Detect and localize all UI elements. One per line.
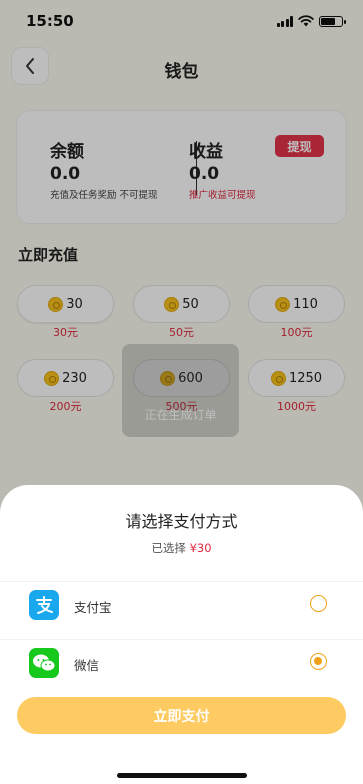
pay-now-button[interactable]: 立即支付 <box>17 697 346 734</box>
payment-sheet: 请选择支付方式 已选择 ¥30 支付宝 微信 立即支付 <box>0 485 363 784</box>
radio-button-selected[interactable] <box>310 653 327 670</box>
radio-button[interactable] <box>310 595 327 612</box>
selected-amount-row: 已选择 ¥30 <box>0 540 363 556</box>
payment-method-wechat[interactable]: 微信 <box>0 643 363 687</box>
divider <box>0 639 363 640</box>
sheet-title: 请选择支付方式 <box>125 512 238 531</box>
home-indicator <box>117 773 247 778</box>
payment-method-name: 支付宝 <box>74 600 112 615</box>
payment-method-alipay[interactable]: 支付宝 <box>0 585 363 629</box>
selected-prefix: 已选择 <box>151 541 186 555</box>
selected-amount: ¥30 <box>189 541 212 555</box>
payment-method-name: 微信 <box>74 658 100 673</box>
wechat-icon <box>29 648 59 678</box>
divider <box>0 581 363 582</box>
alipay-icon <box>29 590 59 620</box>
